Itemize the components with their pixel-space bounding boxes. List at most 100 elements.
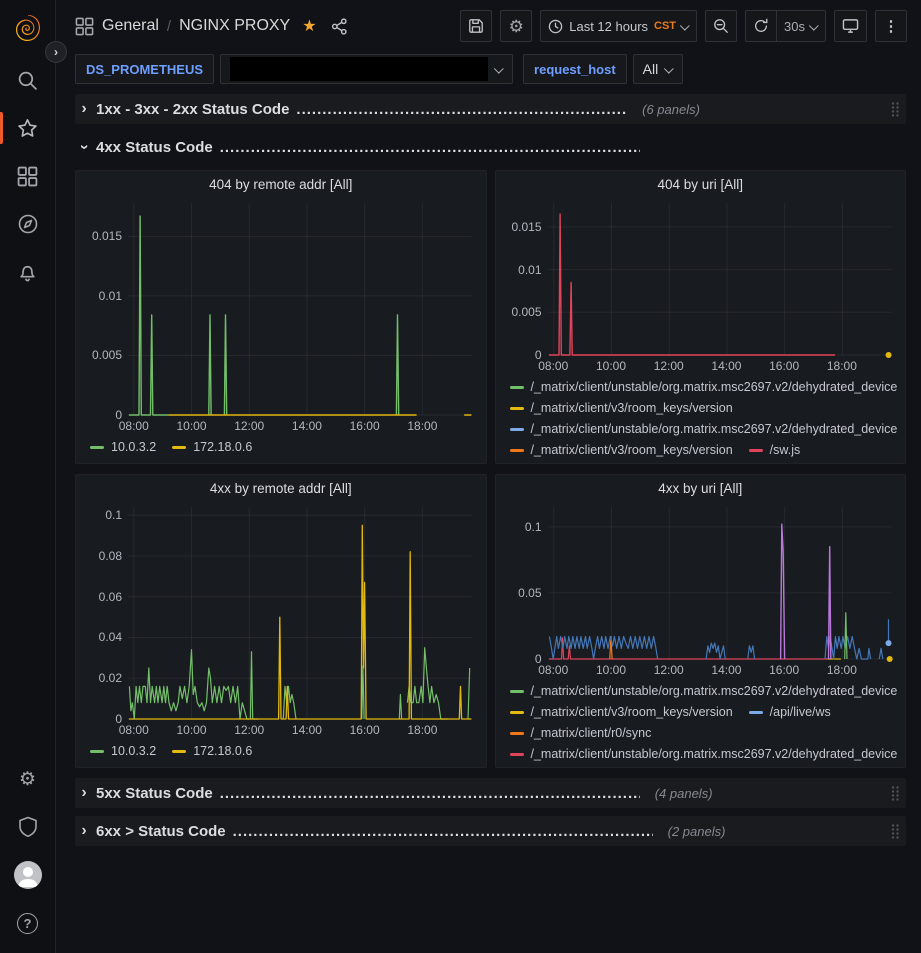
time-series-plot[interactable]: 00.0050.010.015: [548, 203, 892, 355]
row-6xx-status-code[interactable]: › 6xx > Status Code ....................…: [75, 816, 906, 846]
y-tick-label: 0.015: [78, 229, 122, 243]
legend-item[interactable]: 172.18.0.6: [172, 743, 252, 760]
variable-ds-value-dropdown[interactable]: [220, 54, 513, 84]
sidebar-item-dashboards[interactable]: [0, 152, 56, 200]
legend-item[interactable]: /_matrix/client/r0/sync: [510, 725, 652, 742]
legend-item[interactable]: /sw.js: [749, 442, 801, 459]
x-tick-label: 14:00: [704, 359, 748, 373]
legend-item[interactable]: 172.18.0.6: [172, 439, 252, 456]
legend-item[interactable]: /_matrix/client/unstable/org.matrix.msc2…: [510, 683, 898, 700]
legend-label[interactable]: /_matrix/client/r0/sync: [531, 725, 652, 742]
legend: 10.0.3.2 172.18.0.6: [76, 435, 486, 463]
legend-item[interactable]: 10.0.3.2: [90, 439, 156, 456]
chevron-right-icon: ›: [79, 822, 89, 840]
legend-item[interactable]: /_matrix/client/v3/room_keys/version: [510, 400, 733, 417]
zoom-out-button[interactable]: [705, 10, 737, 42]
favorite-star-icon[interactable]: ★: [302, 16, 316, 36]
variables-bar: DS_PROMETHEUS request_host All: [56, 52, 921, 92]
x-tick-label: 12:00: [227, 419, 271, 433]
x-tick-label: 16:00: [343, 723, 387, 737]
sidebar-item-starred[interactable]: [0, 104, 56, 152]
row-5xx-status-code[interactable]: › 5xx Status Code ......................…: [75, 778, 906, 808]
legend-label[interactable]: /_matrix/client/unstable/org.matrix.msc2…: [531, 379, 898, 396]
sidebar-item-alerting[interactable]: [0, 248, 56, 296]
legend-label[interactable]: 172.18.0.6: [193, 743, 252, 760]
panel-title[interactable]: 4xx by remote addr [All]: [76, 475, 486, 501]
sidebar-item-configuration[interactable]: ⚙: [0, 755, 56, 803]
search-icon[interactable]: [0, 56, 56, 104]
legend-label[interactable]: /_matrix/client/unstable/org.matrix.msc2…: [531, 683, 898, 700]
legend-swatch: [510, 386, 524, 390]
sidebar: ⚙ ?: [0, 0, 56, 953]
zoom-out-icon: [713, 18, 729, 34]
legend-item[interactable]: /_matrix/client/unstable/org.matrix.msc2…: [510, 379, 898, 396]
legend-swatch: [172, 750, 186, 754]
row-title: 5xx Status Code: [96, 785, 213, 802]
panel-title[interactable]: 404 by remote addr [All]: [76, 171, 486, 197]
redacted-value: [230, 57, 488, 81]
x-tick-label: 14:00: [285, 723, 329, 737]
y-tick-label: 0.005: [498, 305, 542, 319]
dashboard-settings-button[interactable]: ⚙: [500, 10, 532, 42]
refresh-button[interactable]: [745, 10, 777, 42]
legend-label[interactable]: 172.18.0.6: [193, 439, 252, 456]
row-4xx-status-code[interactable]: › 4xx Status Code ......................…: [75, 132, 906, 162]
bell-icon: [17, 262, 38, 283]
kebab-icon: ⋮: [884, 17, 899, 35]
legend-label[interactable]: /_matrix/client/v3/room_keys/version: [531, 704, 733, 721]
legend-item[interactable]: /_matrix/client/v3/room_keys/version: [510, 442, 733, 459]
row-1xx-3xx-2xx-status-code[interactable]: › 1xx - 3xx - 2xx Status Code ..........…: [75, 94, 906, 124]
cycle-view-mode-button[interactable]: [834, 10, 867, 42]
variable-request-host-dropdown[interactable]: All: [633, 54, 684, 84]
drag-handle-icon[interactable]: [890, 785, 900, 801]
legend-label[interactable]: /sw.js: [770, 442, 801, 459]
more-options-button[interactable]: ⋮: [875, 10, 907, 42]
legend-item[interactable]: /_matrix/client/unstable/org.matrix.msc2…: [510, 421, 898, 438]
sidebar-item-profile[interactable]: [0, 851, 56, 899]
time-series-plot[interactable]: 00.050.1: [548, 507, 892, 659]
x-tick-label: 10:00: [169, 419, 213, 433]
time-range-picker[interactable]: Last 12 hours CST: [540, 10, 697, 42]
time-range-label: Last 12 hours: [569, 19, 648, 34]
legend-label[interactable]: 10.0.3.2: [111, 439, 156, 456]
legend-label[interactable]: /_matrix/client/v3/room_keys/version: [531, 442, 733, 459]
sidebar-item-explore[interactable]: [0, 200, 56, 248]
save-icon: [468, 18, 484, 34]
legend-item[interactable]: /api/live/ws: [749, 704, 831, 721]
time-series-plot[interactable]: 00.020.040.060.080.1: [128, 507, 472, 719]
chevron-down-icon: ›: [75, 142, 93, 152]
drag-handle-icon[interactable]: [890, 101, 900, 117]
legend-item[interactable]: /_matrix/client/unstable/org.matrix.msc2…: [510, 746, 898, 763]
legend-item[interactable]: /_matrix/client/v3/room_keys/version: [510, 704, 733, 721]
row-title: 6xx > Status Code: [96, 823, 226, 840]
x-tick-label: 10:00: [589, 359, 633, 373]
legend-item[interactable]: 10.0.3.2: [90, 743, 156, 760]
drag-handle-icon[interactable]: [890, 823, 900, 839]
star-outline-icon: [16, 117, 39, 140]
panel-title[interactable]: 4xx by uri [All]: [496, 475, 906, 501]
variable-request-host-label[interactable]: request_host: [523, 54, 627, 84]
panel-title[interactable]: 404 by uri [All]: [496, 171, 906, 197]
chevron-down-icon: [664, 63, 674, 73]
sidebar-expand-button[interactable]: ›: [45, 41, 67, 63]
refresh-interval-dropdown[interactable]: 30s: [777, 10, 826, 42]
legend-label[interactable]: /_matrix/client/unstable/org.matrix.msc2…: [531, 746, 898, 763]
legend-label[interactable]: /_matrix/client/v3/room_keys/version: [531, 400, 733, 417]
sidebar-item-server-admin[interactable]: [0, 803, 56, 851]
share-icon[interactable]: [331, 18, 348, 35]
variable-ds-label[interactable]: DS_PROMETHEUS: [75, 54, 214, 84]
breadcrumb-folder[interactable]: General: [102, 17, 159, 35]
legend-label[interactable]: /_matrix/client/unstable/org.matrix.msc2…: [531, 421, 898, 438]
dashboard-title[interactable]: NGINX PROXY: [179, 17, 290, 35]
x-axis: 08:0010:0012:0014:0016:0018:00: [548, 659, 892, 679]
x-tick-label: 10:00: [169, 723, 213, 737]
panel-404-by-uri: 404 by uri [All] 00.0050.010.015 08:0010…: [495, 170, 907, 464]
row-panel-count: (4 panels): [655, 786, 713, 801]
time-series-plot[interactable]: 00.0050.010.015: [128, 203, 472, 415]
legend-label[interactable]: 10.0.3.2: [111, 743, 156, 760]
legend-label[interactable]: /api/live/ws: [770, 704, 831, 721]
chevron-down-icon: [680, 20, 690, 30]
sidebar-item-help[interactable]: ?: [0, 899, 56, 947]
save-dashboard-button[interactable]: [460, 10, 492, 42]
legend-swatch: [510, 428, 524, 432]
